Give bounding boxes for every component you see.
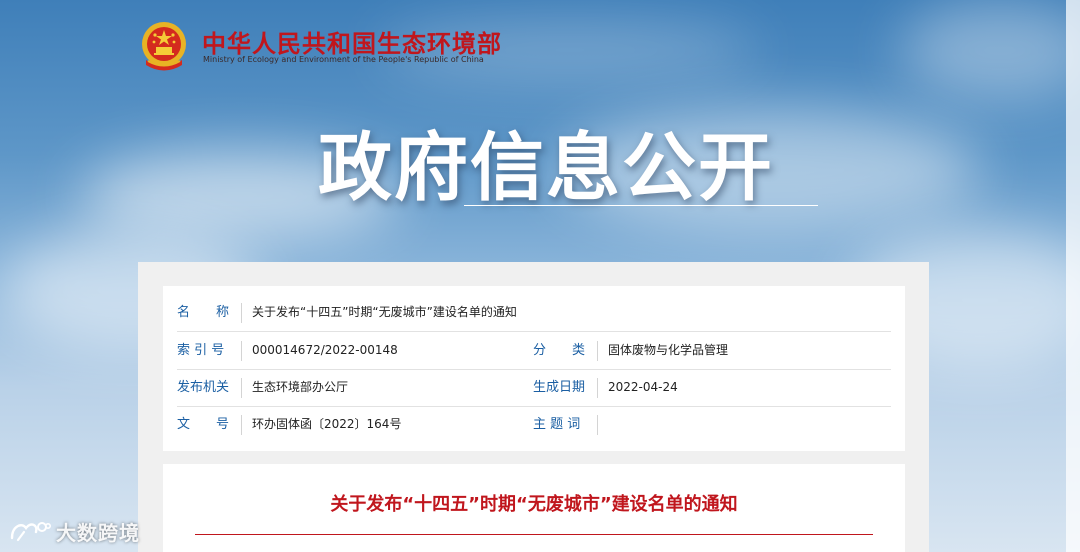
hero-underline <box>464 205 818 206</box>
divider <box>597 415 598 435</box>
meta-label: 生成日期 <box>533 380 586 395</box>
site-name-english: Ministry of Ecology and Environment of t… <box>203 55 484 64</box>
divider <box>597 341 598 361</box>
cloud <box>900 0 1080 100</box>
scrollbar-track[interactable] <box>1066 0 1080 552</box>
divider <box>241 415 242 435</box>
watermark: 大数跨境 <box>8 517 140 545</box>
meta-label: 主 题 词 <box>533 417 581 432</box>
hero-title: 政府信息公开 <box>318 125 774 211</box>
meta-row-docno: 文 号 环办固体函〔2022〕164号 主 题 词 <box>177 406 891 443</box>
document-metadata-card: 名 称 关于发布“十四五”时期“无废城市”建设名单的通知 索 引 号 00001… <box>163 286 905 451</box>
divider <box>241 341 242 361</box>
meta-value-name: 关于发布“十四五”时期“无废城市”建设名单的通知 <box>252 305 517 319</box>
page: 中华人民共和国生态环境部 Ministry of Ecology and Env… <box>0 0 1080 552</box>
meta-value-date: 2022-04-24 <box>608 380 678 394</box>
meta-row-publisher: 发布机关 生态环境部办公厅 生成日期 2022-04-24 <box>177 369 891 407</box>
meta-label: 分 类 <box>533 343 586 358</box>
meta-label: 发布机关 <box>177 380 230 395</box>
meta-value-category: 固体废物与化学品管理 <box>608 343 729 357</box>
meta-row-name: 名 称 关于发布“十四五”时期“无废城市”建设名单的通知 <box>177 294 891 332</box>
article-title: 关于发布“十四五”时期“无废城市”建设名单的通知 <box>330 494 738 515</box>
divider <box>597 378 598 398</box>
title-rule <box>195 534 873 535</box>
article-card: 关于发布“十四五”时期“无废城市”建设名单的通知 <box>163 464 905 552</box>
divider <box>241 378 242 398</box>
watermark-text: 大数跨境 <box>56 520 140 545</box>
meta-value-docno: 环办固体函〔2022〕164号 <box>252 417 402 431</box>
divider <box>241 303 242 323</box>
site-name[interactable]: 中华人民共和国生态环境部 <box>202 24 502 59</box>
meta-label: 文 号 <box>177 417 230 432</box>
brand-logo-icon <box>10 522 51 542</box>
meta-value-publisher: 生态环境部办公厅 <box>252 380 349 394</box>
meta-label: 名 称 <box>177 305 230 320</box>
meta-row-index: 索 引 号 000014672/2022-00148 分 类 固体废物与化学品管… <box>177 332 891 370</box>
meta-value-index: 000014672/2022-00148 <box>252 343 398 357</box>
meta-label: 索 引 号 <box>177 343 225 358</box>
national-emblem-icon[interactable] <box>138 20 190 74</box>
